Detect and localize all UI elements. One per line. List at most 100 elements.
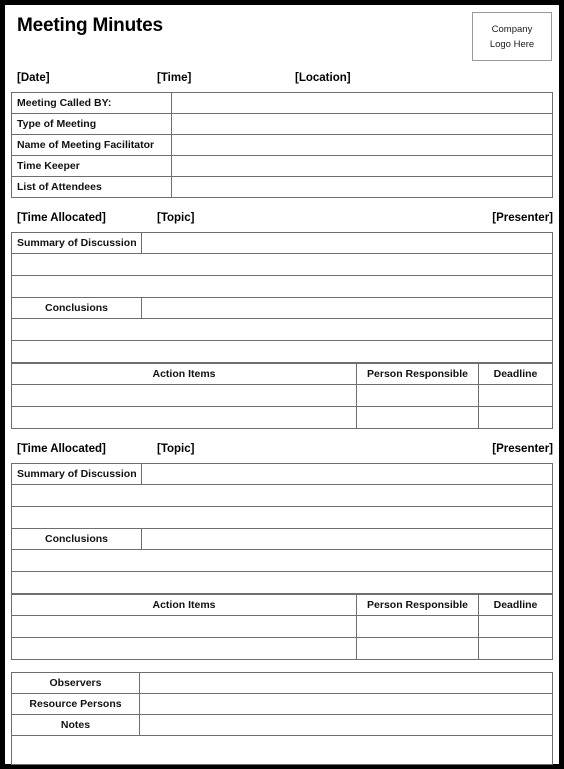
- company-logo-placeholder[interactable]: Company Logo Here: [472, 12, 552, 61]
- topic-1-summary-label: Summary of Discussion: [11, 232, 142, 254]
- table-row: Type of Meeting: [11, 113, 553, 135]
- info-value-facilitator[interactable]: [171, 134, 553, 156]
- table-row: Notes: [11, 714, 553, 736]
- topic-2-presenter[interactable]: [Presenter]: [492, 443, 553, 455]
- topic-2-action-r2-c3[interactable]: [478, 637, 553, 660]
- topic-2-header: [Time Allocated] [Topic] [Presenter]: [11, 443, 553, 463]
- topic-2-summary-value[interactable]: [141, 463, 553, 485]
- action-items-header-person: Person Responsible: [356, 363, 479, 385]
- table-row: [11, 571, 553, 594]
- topic-1-header: [Time Allocated] [Topic] [Presenter]: [11, 212, 553, 232]
- info-label-time-keeper: Time Keeper: [11, 155, 172, 177]
- table-row: [11, 549, 553, 572]
- table-row: Name of Meeting Facilitator: [11, 134, 553, 156]
- topic-1-action-r1-c3[interactable]: [478, 384, 553, 407]
- topic-2-time-allocated[interactable]: [Time Allocated]: [17, 443, 106, 455]
- info-value-attendees[interactable]: [171, 176, 553, 198]
- date-field-label[interactable]: [Date]: [17, 72, 50, 84]
- topic-1-topic[interactable]: [Topic]: [157, 212, 194, 224]
- topic-1-action-r1-c1[interactable]: [11, 384, 357, 407]
- topic-2-conclusions-blank-2[interactable]: [11, 571, 553, 594]
- table-row: Summary of Discussion: [11, 463, 553, 485]
- footer-value-notes[interactable]: [139, 714, 553, 736]
- time-field-label[interactable]: [Time]: [157, 72, 191, 84]
- info-value-called-by[interactable]: [171, 92, 553, 114]
- topic-2-conclusions-value[interactable]: [141, 528, 553, 550]
- meeting-info-table: Meeting Called BY: Type of Meeting Name …: [11, 92, 553, 198]
- topic-2-topic[interactable]: [Topic]: [157, 443, 194, 455]
- page-frame: Meeting Minutes Company Logo Here [Date]…: [0, 0, 564, 769]
- info-label-facilitator: Name of Meeting Facilitator: [11, 134, 172, 156]
- topic-1-action-r1-c2[interactable]: [356, 384, 479, 407]
- topic-2-conclusions-blank-1[interactable]: [11, 549, 553, 572]
- table-row: [11, 406, 553, 429]
- logo-line-2: Logo Here: [489, 38, 535, 50]
- topic-1-conclusions-blank-1[interactable]: [11, 318, 553, 341]
- logo-line-1: Company: [491, 23, 533, 35]
- action-items-header-deadline: Deadline: [478, 594, 553, 616]
- table-row: [11, 506, 553, 529]
- meeting-meta-row: [Date] [Time] [Location]: [11, 72, 553, 92]
- table-row: Conclusions: [11, 528, 553, 550]
- topic-1-presenter[interactable]: [Presenter]: [492, 212, 553, 224]
- table-row: [11, 318, 553, 341]
- info-value-type-of-meeting[interactable]: [171, 113, 553, 135]
- page-title: Meeting Minutes: [17, 15, 163, 36]
- footer-label-resource-persons: Resource Persons: [11, 693, 140, 715]
- table-row: Time Keeper: [11, 155, 553, 177]
- topic-1-discussion-table: Summary of Discussion Conclusions: [11, 232, 553, 363]
- info-label-called-by: Meeting Called BY:: [11, 92, 172, 114]
- topic-1-summary-blank-2[interactable]: [11, 275, 553, 298]
- topic-2-summary-label: Summary of Discussion: [11, 463, 142, 485]
- info-label-attendees: List of Attendees: [11, 176, 172, 198]
- topic-2-action-r2-c1[interactable]: [11, 637, 357, 660]
- topic-2-summary-blank-1[interactable]: [11, 484, 553, 507]
- topic-1-summary-blank-1[interactable]: [11, 253, 553, 276]
- topic-1-action-r2-c1[interactable]: [11, 406, 357, 429]
- table-row: Conclusions: [11, 297, 553, 319]
- topic-1-action-items-table: Action Items Person Responsible Deadline: [11, 363, 553, 429]
- topic-1-action-r2-c2[interactable]: [356, 406, 479, 429]
- action-items-header-deadline: Deadline: [478, 363, 553, 385]
- topic-2-action-items-table: Action Items Person Responsible Deadline: [11, 594, 553, 660]
- topic-1-action-r2-c3[interactable]: [478, 406, 553, 429]
- info-value-time-keeper[interactable]: [171, 155, 553, 177]
- table-row: Observers: [11, 672, 553, 694]
- topic-1-summary-value[interactable]: [141, 232, 553, 254]
- location-field-label[interactable]: [Location]: [295, 72, 351, 84]
- action-items-header-action: Action Items: [11, 594, 357, 616]
- table-row: [11, 253, 553, 276]
- info-label-type-of-meeting: Type of Meeting: [11, 113, 172, 135]
- footer-trailing-blank-row[interactable]: [11, 735, 553, 765]
- table-row: [11, 735, 553, 765]
- topic-2-action-r1-c1[interactable]: [11, 615, 357, 638]
- footer-value-observers[interactable]: [139, 672, 553, 694]
- table-row: [11, 484, 553, 507]
- topic-1-conclusions-blank-2[interactable]: [11, 340, 553, 363]
- topic-2-action-r1-c2[interactable]: [356, 615, 479, 638]
- topic-1-conclusions-value[interactable]: [141, 297, 553, 319]
- table-row: [11, 340, 553, 363]
- topic-1-conclusions-label: Conclusions: [11, 297, 142, 319]
- topic-2-discussion-table: Summary of Discussion Conclusions: [11, 463, 553, 594]
- footer-label-notes: Notes: [11, 714, 140, 736]
- topic-2-summary-blank-2[interactable]: [11, 506, 553, 529]
- topic-2-action-r2-c2[interactable]: [356, 637, 479, 660]
- topic-2-conclusions-label: Conclusions: [11, 528, 142, 550]
- table-row: [11, 637, 553, 660]
- footer-table: Observers Resource Persons Notes: [11, 672, 553, 765]
- action-items-header-person: Person Responsible: [356, 594, 479, 616]
- topic-2-action-r1-c3[interactable]: [478, 615, 553, 638]
- footer-value-resource-persons[interactable]: [139, 693, 553, 715]
- table-row: List of Attendees: [11, 176, 553, 198]
- action-items-header-action: Action Items: [11, 363, 357, 385]
- topic-1-time-allocated[interactable]: [Time Allocated]: [17, 212, 106, 224]
- page-content: Meeting Minutes Company Logo Here [Date]…: [11, 10, 553, 765]
- table-row: Summary of Discussion: [11, 232, 553, 254]
- table-row: [11, 615, 553, 638]
- table-row: Resource Persons: [11, 693, 553, 715]
- table-row: [11, 275, 553, 298]
